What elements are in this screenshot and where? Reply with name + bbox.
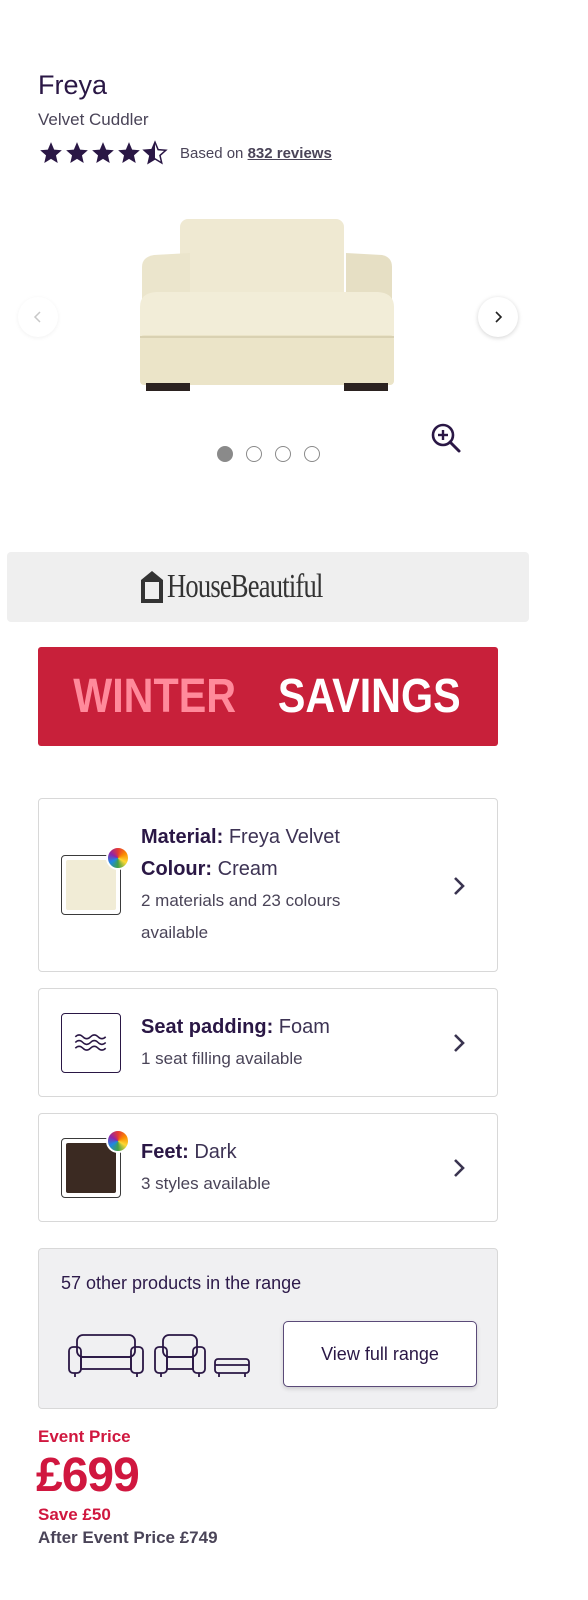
feet-option-card[interactable]: Feet: Dark 3 styles available: [38, 1113, 498, 1222]
material-option-card[interactable]: Material: Freya Velvet Colour: Cream 2 m…: [38, 798, 498, 972]
feet-label: Feet:: [141, 1141, 189, 1163]
product-subtitle: Velvet Cuddler: [38, 110, 149, 129]
after-event-price: After Event Price £749: [38, 1528, 218, 1547]
based-on-label: Based on: [180, 144, 244, 162]
range-section: 57 other products in the range View full…: [38, 1248, 498, 1409]
sofa-icon: [68, 1334, 144, 1377]
seat-padding-label: Seat padding:: [141, 1016, 274, 1038]
chevron-right-icon: [454, 1034, 465, 1052]
chevron-right-icon: [454, 1159, 465, 1177]
star-icon: [92, 142, 114, 163]
material-value: Freya Velvet: [228, 826, 340, 848]
feet-value: Dark: [194, 1141, 237, 1163]
carousel-prev-button[interactable]: [18, 297, 58, 337]
colour-value: Cream: [217, 858, 278, 880]
carousel-next-button[interactable]: [478, 297, 518, 337]
material-swatch: [61, 846, 130, 915]
product-image-carousel: [0, 185, 536, 415]
house-beautiful-banner: HouseBeautiful: [7, 552, 529, 622]
carousel-dot[interactable]: [275, 446, 291, 462]
footstool-icon: [214, 1358, 250, 1377]
event-price-label: Event Price: [38, 1427, 131, 1446]
product-title: Freya: [38, 70, 108, 100]
cream-swatch-fill: [66, 860, 116, 910]
dark-swatch-fill: [66, 1143, 116, 1193]
winter-savings-banner[interactable]: WINTER SAVINGS: [38, 647, 498, 746]
colour-label: Colour:: [141, 858, 213, 880]
view-full-range-button[interactable]: View full range: [283, 1321, 477, 1387]
seat-padding-details: Seat padding: Foam 1 seat filling availa…: [141, 1011, 330, 1075]
star-icon: [40, 142, 62, 163]
colour-wheel-icon: [106, 846, 130, 870]
material-label: Material:: [141, 826, 224, 848]
half-star-icon: [142, 140, 168, 165]
savings-text: SAVINGS: [278, 670, 462, 723]
reviews-link[interactable]: 832 reviews: [248, 145, 332, 162]
range-count-text: 57 other products in the range: [61, 1273, 302, 1293]
waves-icon: [74, 1034, 107, 1051]
house-beautiful-text: HouseBeautiful: [166, 568, 323, 605]
chevron-right-icon: [454, 877, 465, 895]
seat-padding-option-card[interactable]: Seat padding: Foam 1 seat filling availa…: [38, 988, 498, 1097]
furniture-range-icons: [68, 1334, 250, 1377]
seat-padding-swatch: [61, 1013, 121, 1073]
house-beautiful-logo: HouseBeautiful: [140, 568, 397, 606]
winter-text: WINTER: [73, 670, 237, 723]
rating-row: Based on 832 reviews: [38, 138, 332, 168]
carousel-dot[interactable]: [246, 446, 262, 462]
carousel-dot[interactable]: [217, 446, 233, 462]
material-availability-line2: available: [141, 923, 209, 942]
star-rating: [38, 140, 168, 166]
feet-details: Feet: Dark 3 styles available: [141, 1136, 270, 1200]
price: £699: [36, 1449, 140, 1502]
chevron-right-icon: [495, 311, 503, 323]
star-icon: [66, 142, 88, 163]
house-icon: [140, 571, 163, 603]
colour-wheel-icon: [106, 1129, 130, 1153]
chevron-left-icon: [33, 311, 41, 323]
save-amount: Save £50: [38, 1505, 111, 1524]
zoom-in-icon[interactable]: [428, 420, 464, 456]
feet-availability: 3 styles available: [141, 1174, 271, 1193]
feet-swatch: [61, 1129, 130, 1198]
star-icon: [118, 142, 140, 163]
armchair-icon: [154, 1334, 206, 1377]
reviews-summary: Based on 832 reviews: [180, 145, 332, 162]
product-image[interactable]: [132, 197, 402, 397]
seat-padding-value: Foam: [278, 1016, 330, 1038]
material-details: Material: Freya Velvet Colour: Cream 2 m…: [141, 821, 340, 949]
seat-padding-availability: 1 seat filling available: [141, 1049, 303, 1068]
carousel-dot[interactable]: [304, 446, 320, 462]
material-availability: 2 materials and 23 colours: [141, 891, 341, 910]
carousel-pagination: [217, 446, 320, 462]
